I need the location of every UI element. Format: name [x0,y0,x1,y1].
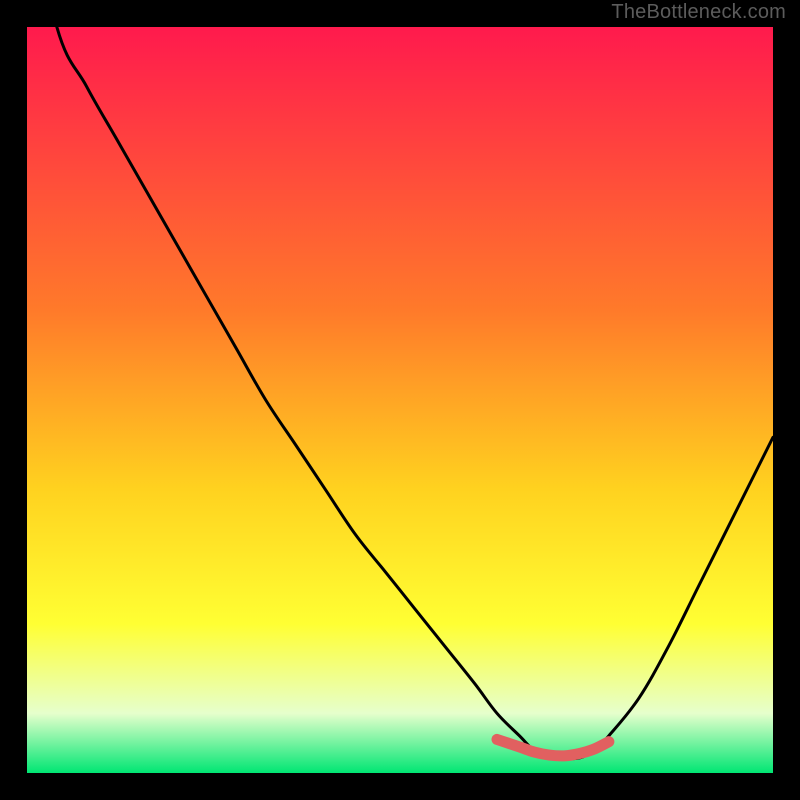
chart-svg [27,27,773,773]
plot-area [27,27,773,773]
bottleneck-curve [27,27,773,759]
highlight-segment [497,739,609,756]
watermark-text: TheBottleneck.com [611,1,786,24]
